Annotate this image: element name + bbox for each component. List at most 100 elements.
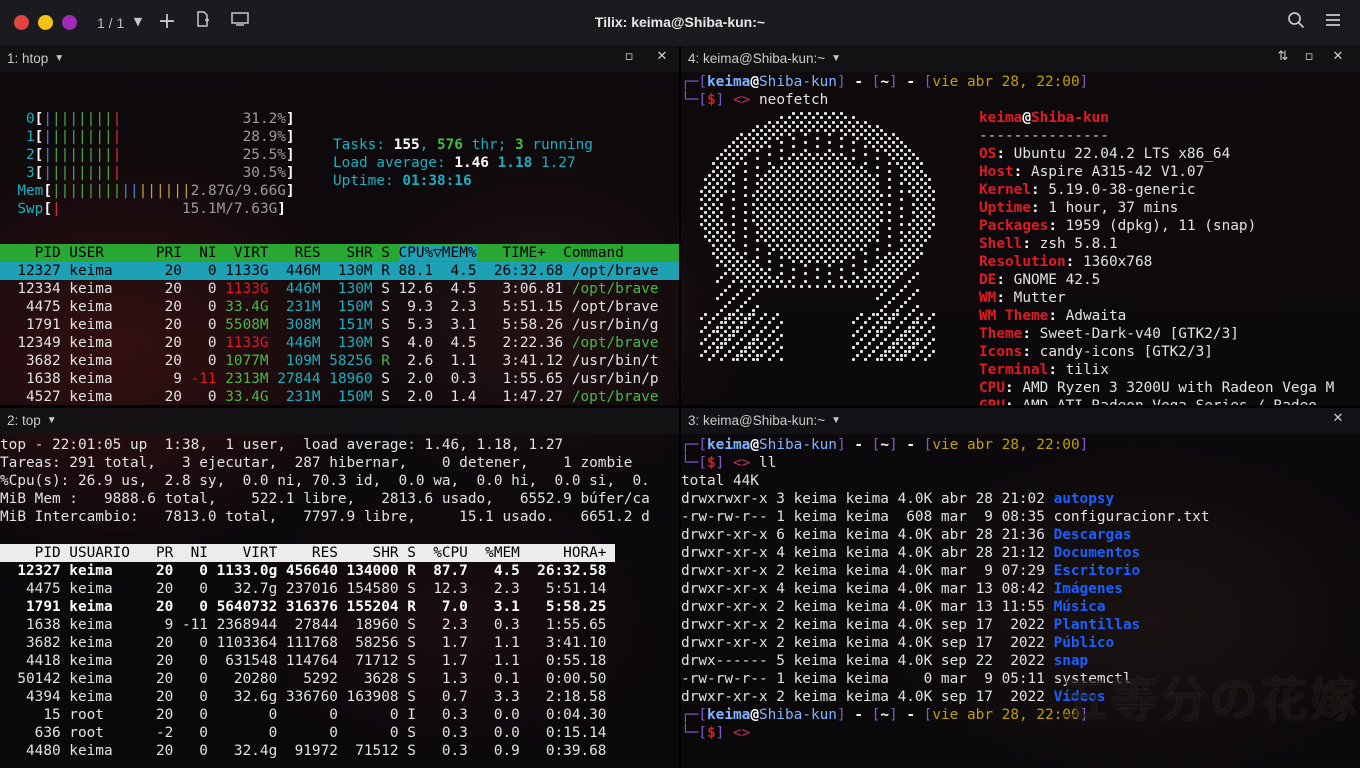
ls-entry: drwxrwxr-x 3 keima keima 4.0K abr 28 21:… bbox=[681, 491, 1115, 507]
window-titlebar: 1 / 1 ▼ + Tilix: keima@Shiba-kun:~ bbox=[0, 0, 1360, 46]
top-tasks-line: Tareas: 291 total, 3 ejecutar, 287 hiber… bbox=[0, 455, 633, 471]
hamburger-menu-icon[interactable] bbox=[1323, 11, 1343, 33]
htop-load: Load average: 1.46 1.18 1.27 bbox=[333, 155, 576, 171]
top-process-row: 4475 keima 20 0 32.7g 237016 154580 S 12… bbox=[0, 581, 607, 597]
process-row[interactable]: 4475 keima 20 0 33.4G 231M 150M S 9.3 2.… bbox=[0, 298, 679, 316]
cpu-meter: 3[||||||||| 30.5%] bbox=[0, 165, 295, 181]
process-row[interactable]: 3682 keima 20 0 1077M 109M 58256 R 2.6 1… bbox=[0, 352, 679, 370]
htop-uptime: Uptime: 01:38:16 bbox=[333, 173, 472, 189]
file-name: configuracionr.txt bbox=[1053, 509, 1210, 525]
top-process-row: 1791 keima 20 0 5640732 316376 155204 R … bbox=[0, 599, 607, 615]
neofetch-info-line: Host: Aspire A315-42 V1.07 bbox=[979, 164, 1205, 180]
top-cpu-line: %Cpu(s): 26.9 us, 2.8 sy, 0.0 ni, 70.3 i… bbox=[0, 473, 650, 489]
top-table-header: PID USUARIO PR NI VIRT RES SHR S %CPU %M… bbox=[0, 544, 616, 562]
ls-entry: drwxr-xr-x 6 keima keima 4.0K abr 28 21:… bbox=[681, 527, 1132, 543]
close-pane-icon[interactable]: ✕ bbox=[1329, 411, 1347, 431]
chevron-down-icon: ▼ bbox=[54, 53, 65, 64]
top-process-row: 636 root -2 0 0 0 0 S 0.3 0.0 0:15.14 bbox=[0, 725, 607, 741]
wallpaper-watermark: 五等分の花嫁 bbox=[1059, 672, 1360, 728]
sync-input-icon[interactable]: ⇅ bbox=[1274, 49, 1292, 69]
ls-entry: drwxr-xr-x 2 keima keima 4.0K mar 13 11:… bbox=[681, 599, 1106, 615]
htop-output: 0[||||||||| 31.2%] 1[||||||||| 28.9%] 2[… bbox=[0, 72, 679, 405]
top-process-row: 3682 keima 20 0 1103364 111768 58256 S 1… bbox=[0, 635, 607, 651]
pane-title: 3: keima@Shiba-kun:~ bbox=[688, 413, 826, 428]
htop-tasks: Tasks: 155, 576 thr; 3 running bbox=[333, 137, 593, 153]
top-swap-line: MiB Intercambio: 7813.0 total, 7797.9 li… bbox=[0, 509, 650, 525]
neofetch-info-line: Theme: Sweet-Dark-v40 [GTK2/3] bbox=[979, 326, 1239, 342]
top-process-row: 1638 keima 9 -11 2368944 27844 18960 S 2… bbox=[0, 617, 607, 633]
shell-prompt: ┌─[keima@Shiba-kun] - [~] - [vie abr 28,… bbox=[681, 74, 1089, 90]
chevron-down-icon: ▼ bbox=[46, 415, 57, 426]
neofetch-info-line: Shell: zsh 5.8.1 bbox=[979, 236, 1118, 252]
cpu-meter: 0[||||||||| 31.2%] bbox=[0, 111, 295, 127]
cpu-meter: 2[||||||||| 25.5%] bbox=[0, 147, 295, 163]
htop-table-header[interactable]: PID USER PRI NI VIRT RES SHR S CPU%▽MEM%… bbox=[0, 244, 679, 262]
ls-entry: drwxr-xr-x 4 keima keima 4.0K mar 13 08:… bbox=[681, 581, 1123, 597]
pane-header: 4: keima@Shiba-kun:~ ▼ ⇅ ▫ ✕ bbox=[681, 46, 1360, 72]
terminal-pane-htop[interactable]: 1: htop ▼ ▫ ✕ 0[||||||||| 31.2%] 1[||||||… bbox=[0, 46, 679, 405]
top-process-row: 4418 keima 20 0 631548 114764 71712 S 1.… bbox=[0, 653, 607, 669]
cpu-meter-value: 31.2% bbox=[242, 111, 286, 127]
window-title: Tilix: keima@Shiba-kun:~ bbox=[594, 14, 766, 30]
maximize-pane-icon[interactable]: ▫ bbox=[1300, 49, 1318, 69]
pane-title-dropdown[interactable]: 3: keima@Shiba-kun:~ ▼ bbox=[688, 413, 841, 428]
pane-header: 1: htop ▼ ▫ ✕ bbox=[0, 46, 679, 72]
ls-entry: drwx------ 5 keima keima 4.0K sep 22 202… bbox=[681, 653, 1089, 669]
neofetch-info-line: DE: GNOME 42.5 bbox=[979, 272, 1101, 288]
process-row[interactable]: 1638 keima 9 -11 2313M 27844 18960 S 2.0… bbox=[0, 370, 679, 388]
pane-divider-horizontal-left[interactable] bbox=[0, 405, 679, 408]
pane-title-dropdown[interactable]: 4: keima@Shiba-kun:~ ▼ bbox=[688, 51, 841, 66]
neofetch-userhost: keima@Shiba-kun bbox=[979, 110, 1109, 126]
process-row[interactable]: 4527 keima 20 0 33.4G 231M 150M S 2.0 1.… bbox=[0, 388, 679, 405]
neofetch-info-line: GPU: AMD ATI Radeon Vega Series / Radeo bbox=[979, 397, 1317, 405]
mem-meter: Mem[||||||||||||||||2.87G/9.66G] bbox=[0, 183, 295, 199]
process-row[interactable]: 12334 keima 20 0 1133G 446M 130M S 12.6 … bbox=[0, 280, 679, 298]
neofetch-output: ┌─[keima@Shiba-kun] - [~] - [vie abr 28,… bbox=[681, 72, 1360, 405]
neofetch-info-line: Terminal: tilix bbox=[979, 362, 1109, 378]
chevron-down-icon: ▼ bbox=[831, 53, 842, 64]
process-row[interactable]: 12349 keima 20 0 1133G 446M 130M S 4.0 4… bbox=[0, 334, 679, 352]
cpu-meter-value: 28.9% bbox=[242, 129, 286, 145]
process-row[interactable]: 1791 keima 20 0 5508M 308M 151M S 5.3 3.… bbox=[0, 316, 679, 334]
cpu-meter-value: 25.5% bbox=[242, 147, 286, 163]
ls-entry: drwxr-xr-x 2 keima keima 4.0K sep 17 202… bbox=[681, 635, 1115, 651]
shell-input-line[interactable]: └─[$] <> bbox=[681, 724, 750, 742]
close-pane-icon[interactable]: ✕ bbox=[1329, 49, 1347, 69]
top-mem-line: MiB Mem : 9888.6 total, 522.1 libre, 281… bbox=[0, 491, 650, 507]
neofetch-info-line: Kernel: 5.19.0-38-generic bbox=[979, 182, 1196, 198]
ls-entry: drwxr-xr-x 4 keima keima 4.0K abr 28 21:… bbox=[681, 545, 1141, 561]
shell-command-line: └─[$] <> ll bbox=[681, 455, 777, 471]
ls-entry: drwxr-xr-x 2 keima keima 4.0K sep 17 202… bbox=[681, 689, 1106, 705]
shell-prompt-2: ┌─[keima@Shiba-kun] - [~] - [vie abr 28,… bbox=[681, 707, 1089, 723]
top-process-row: 50142 keima 20 0 20280 5292 3628 S 1.3 0… bbox=[0, 671, 607, 687]
neofetch-info-line: Icons: candy-icons [GTK2/3] bbox=[979, 344, 1213, 360]
directory-name: Documentos bbox=[1053, 545, 1141, 561]
directory-name: Plantillas bbox=[1053, 617, 1141, 633]
chevron-down-icon: ▼ bbox=[831, 415, 842, 426]
pane-title: 1: htop bbox=[7, 51, 49, 66]
cpu-meter-value: 30.5% bbox=[242, 165, 286, 181]
ls-total: total 44K bbox=[681, 473, 759, 489]
pane-title-dropdown[interactable]: 1: htop ▼ bbox=[7, 51, 64, 66]
terminal-pane-neofetch[interactable]: 4: keima@Shiba-kun:~ ▼ ⇅ ▫ ✕ ┌─[keima@Shi… bbox=[681, 46, 1360, 405]
ls-entry: drwxr-xr-x 2 keima keima 4.0K sep 17 202… bbox=[681, 617, 1141, 633]
ls-entry: -rw-rw-r-- 1 keima keima 608 mar 9 08:35… bbox=[681, 509, 1210, 525]
pane-title-dropdown[interactable]: 2: top ▼ bbox=[7, 413, 57, 428]
top-process-row: 4394 keima 20 0 32.6g 336760 163908 S 0.… bbox=[0, 689, 607, 705]
ubuntu-ascii-logo bbox=[684, 100, 954, 362]
neofetch-info-line: OS: Ubuntu 22.04.2 LTS x86_64 bbox=[979, 146, 1231, 162]
terminal-pane-top[interactable]: 2: top ▼ top - 22:01:05 up 1:38, 1 user, … bbox=[0, 408, 679, 768]
swap-meter: Swp[| 15.1M/7.63G] bbox=[0, 201, 286, 217]
directory-name: Escritorio bbox=[1053, 563, 1141, 579]
pane-title: 4: keima@Shiba-kun:~ bbox=[688, 51, 826, 66]
close-pane-icon[interactable]: ✕ bbox=[653, 49, 671, 69]
process-row[interactable]: 12327 keima 20 0 1133G 446M 130M R 88.1 … bbox=[0, 262, 679, 280]
maximize-pane-icon[interactable]: ▫ bbox=[620, 49, 638, 69]
search-icon[interactable] bbox=[1286, 11, 1306, 33]
pane-header: 3: keima@Shiba-kun:~ ▼ ✕ bbox=[681, 408, 1360, 434]
shell-prompt: ┌─[keima@Shiba-kun] - [~] - [vie abr 28,… bbox=[681, 437, 1089, 453]
pane-divider-horizontal-right[interactable] bbox=[681, 405, 1360, 408]
directory-name: Público bbox=[1053, 635, 1115, 651]
top-process-row: 15 root 20 0 0 0 0 I 0.3 0.0 0:04.30 bbox=[0, 707, 607, 723]
ls-entry: drwxr-xr-x 2 keima keima 4.0K mar 9 07:2… bbox=[681, 563, 1141, 579]
